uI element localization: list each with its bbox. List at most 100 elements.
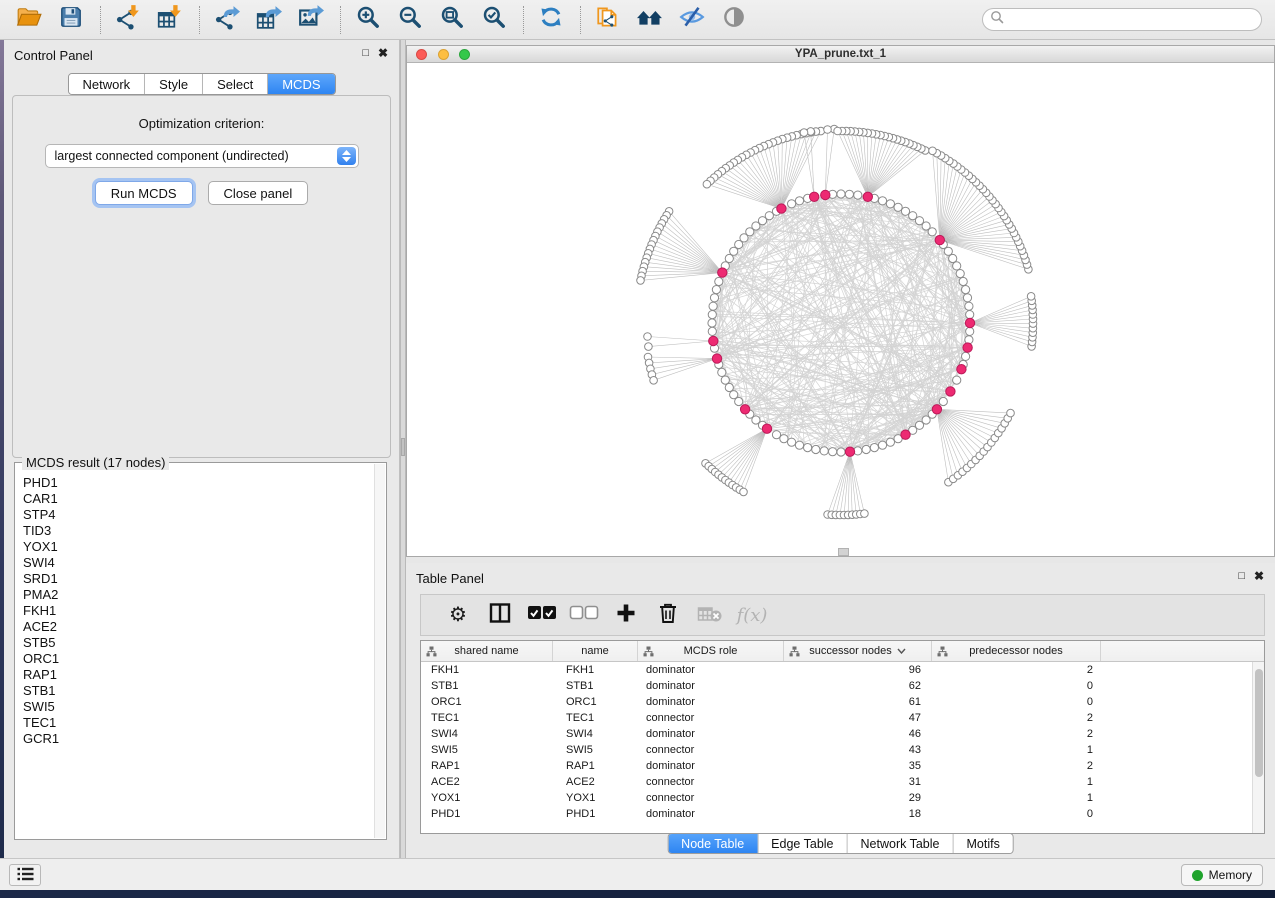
select-all-rows-button[interactable] [521,598,563,632]
result-scrollbar[interactable] [374,464,385,838]
table-row[interactable]: YOX1YOX1connector291 [421,790,1264,806]
cell-name: TEC1 [553,710,638,726]
table-row[interactable]: SWI5SWI5connector431 [421,742,1264,758]
add-column-button[interactable] [605,598,647,632]
result-node[interactable]: TEC1 [23,715,374,731]
zoom-in-icon [355,4,381,35]
table-scrollbar[interactable] [1252,662,1264,833]
clone-network-button[interactable] [591,4,625,36]
export-network-button[interactable] [210,4,244,36]
column-header-successor_nodes[interactable]: successor nodes [784,641,932,661]
result-node[interactable]: STP4 [23,507,374,523]
tab-motifs[interactable]: Motifs [953,834,1012,853]
table-row[interactable]: RAP1RAP1dominator352 [421,758,1264,774]
horizontal-splitter-handle[interactable] [838,548,849,556]
table-row[interactable]: TEC1TEC1connector472 [421,710,1264,726]
table-scrollbar-thumb[interactable] [1255,669,1263,777]
close-table-panel-icon[interactable]: ✖ [1254,570,1264,582]
result-node[interactable]: STB5 [23,635,374,651]
tab-select[interactable]: Select [203,74,268,94]
mcds-hub-node [762,424,771,433]
apply-function-button[interactable]: f(x) [731,598,773,632]
optimization-criterion-label: Optimization criterion: [13,116,390,131]
tab-mcds[interactable]: MCDS [268,74,334,94]
table-row[interactable]: ACE2ACE2connector311 [421,774,1264,790]
result-node[interactable]: PHD1 [23,475,374,491]
memory-button[interactable]: Memory [1181,864,1263,886]
result-node[interactable]: ACE2 [23,619,374,635]
column-header-shared_name[interactable]: shared name [421,641,553,661]
table-row[interactable]: PHD1PHD1dominator180 [421,806,1264,822]
result-node[interactable]: PMA2 [23,587,374,603]
search-box[interactable] [982,8,1262,31]
network-overview-icon [635,4,665,35]
close-panel-icon[interactable]: ✖ [378,47,388,59]
result-node[interactable]: GCR1 [23,731,374,747]
cell-shared_name: ORC1 [421,694,553,710]
zoom-in-button[interactable] [351,4,385,36]
table-row[interactable]: SWI4SWI4dominator462 [421,726,1264,742]
result-node[interactable]: YOX1 [23,539,374,555]
show-graphics-details-button[interactable] [717,4,751,36]
tab-network-table[interactable]: Network Table [848,834,954,853]
result-node[interactable]: RAP1 [23,667,374,683]
tab-edge-table[interactable]: Edge Table [758,834,847,853]
mcds-hub-node [863,192,872,201]
zoom-selected-button[interactable] [477,4,511,36]
mcds-hub-node [963,343,972,352]
table-row[interactable]: ORC1ORC1dominator610 [421,694,1264,710]
table-row[interactable]: STB1STB1dominator620 [421,678,1264,694]
list-icon [17,867,34,884]
delete-column-button[interactable] [647,598,689,632]
show-hide-columns-button[interactable] [479,598,521,632]
float-panel-icon[interactable]: □ [362,47,369,59]
result-node[interactable]: ORC1 [23,651,374,667]
table-row[interactable]: FKH1FKH1dominator962 [421,662,1264,678]
cell-name: ORC1 [553,694,638,710]
result-node[interactable]: TID3 [23,523,374,539]
optimization-criterion-select[interactable]: largest connected component (undirected) [45,144,359,168]
network-graph-canvas[interactable] [407,63,1274,556]
run-mcds-button[interactable]: Run MCDS [95,181,193,205]
result-node[interactable]: FKH1 [23,603,374,619]
refresh-icon [538,4,564,35]
tab-network[interactable]: Network [68,74,145,94]
mcds-hub-node [740,405,749,414]
result-node[interactable]: STB1 [23,683,374,699]
network-overview-button[interactable] [633,4,667,36]
save-session-button[interactable] [54,4,88,36]
tab-node-table[interactable]: Node Table [668,834,758,853]
column-header-name[interactable]: name [553,641,638,661]
cell-successor_nodes: 47 [784,710,932,726]
result-node[interactable]: SRD1 [23,571,374,587]
delete-table-button[interactable] [689,598,731,632]
search-input[interactable] [1008,11,1261,29]
tab-style[interactable]: Style [145,74,203,94]
import-table-button[interactable] [153,4,187,36]
mcds-hub-node [821,190,830,199]
open-file-button[interactable] [12,4,46,36]
zoom-fit-button[interactable] [435,4,469,36]
export-image-button[interactable] [294,4,328,36]
splitter-handle[interactable] [401,438,405,456]
result-node[interactable]: SWI4 [23,555,374,571]
cell-successor_nodes: 18 [784,806,932,822]
result-node[interactable]: CAR1 [23,491,374,507]
hide-graphics-details-button[interactable] [675,4,709,36]
export-table-button[interactable] [252,4,286,36]
result-node[interactable]: SWI5 [23,699,374,715]
cell-predecessor_nodes: 0 [932,806,1101,822]
mcds-result-list: PHD1CAR1STP4TID3YOX1SWI4SRD1PMA2FKH1ACE2… [15,469,374,839]
column-settings-button[interactable]: ⚙ [437,598,479,632]
panel-selector-button[interactable] [9,864,41,886]
import-network-button[interactable] [111,4,145,36]
close-panel-button[interactable]: Close panel [208,181,309,205]
column-header-predecessor_nodes[interactable]: predecessor nodes [932,641,1101,661]
zoom-out-button[interactable] [393,4,427,36]
cell-shared_name: TEC1 [421,710,553,726]
float-table-panel-icon[interactable]: □ [1238,570,1245,582]
column-header-mcds_role[interactable]: MCDS role [638,641,784,661]
cell-predecessor_nodes: 0 [932,678,1101,694]
deselect-all-rows-button[interactable] [563,598,605,632]
refresh-button[interactable] [534,4,568,36]
